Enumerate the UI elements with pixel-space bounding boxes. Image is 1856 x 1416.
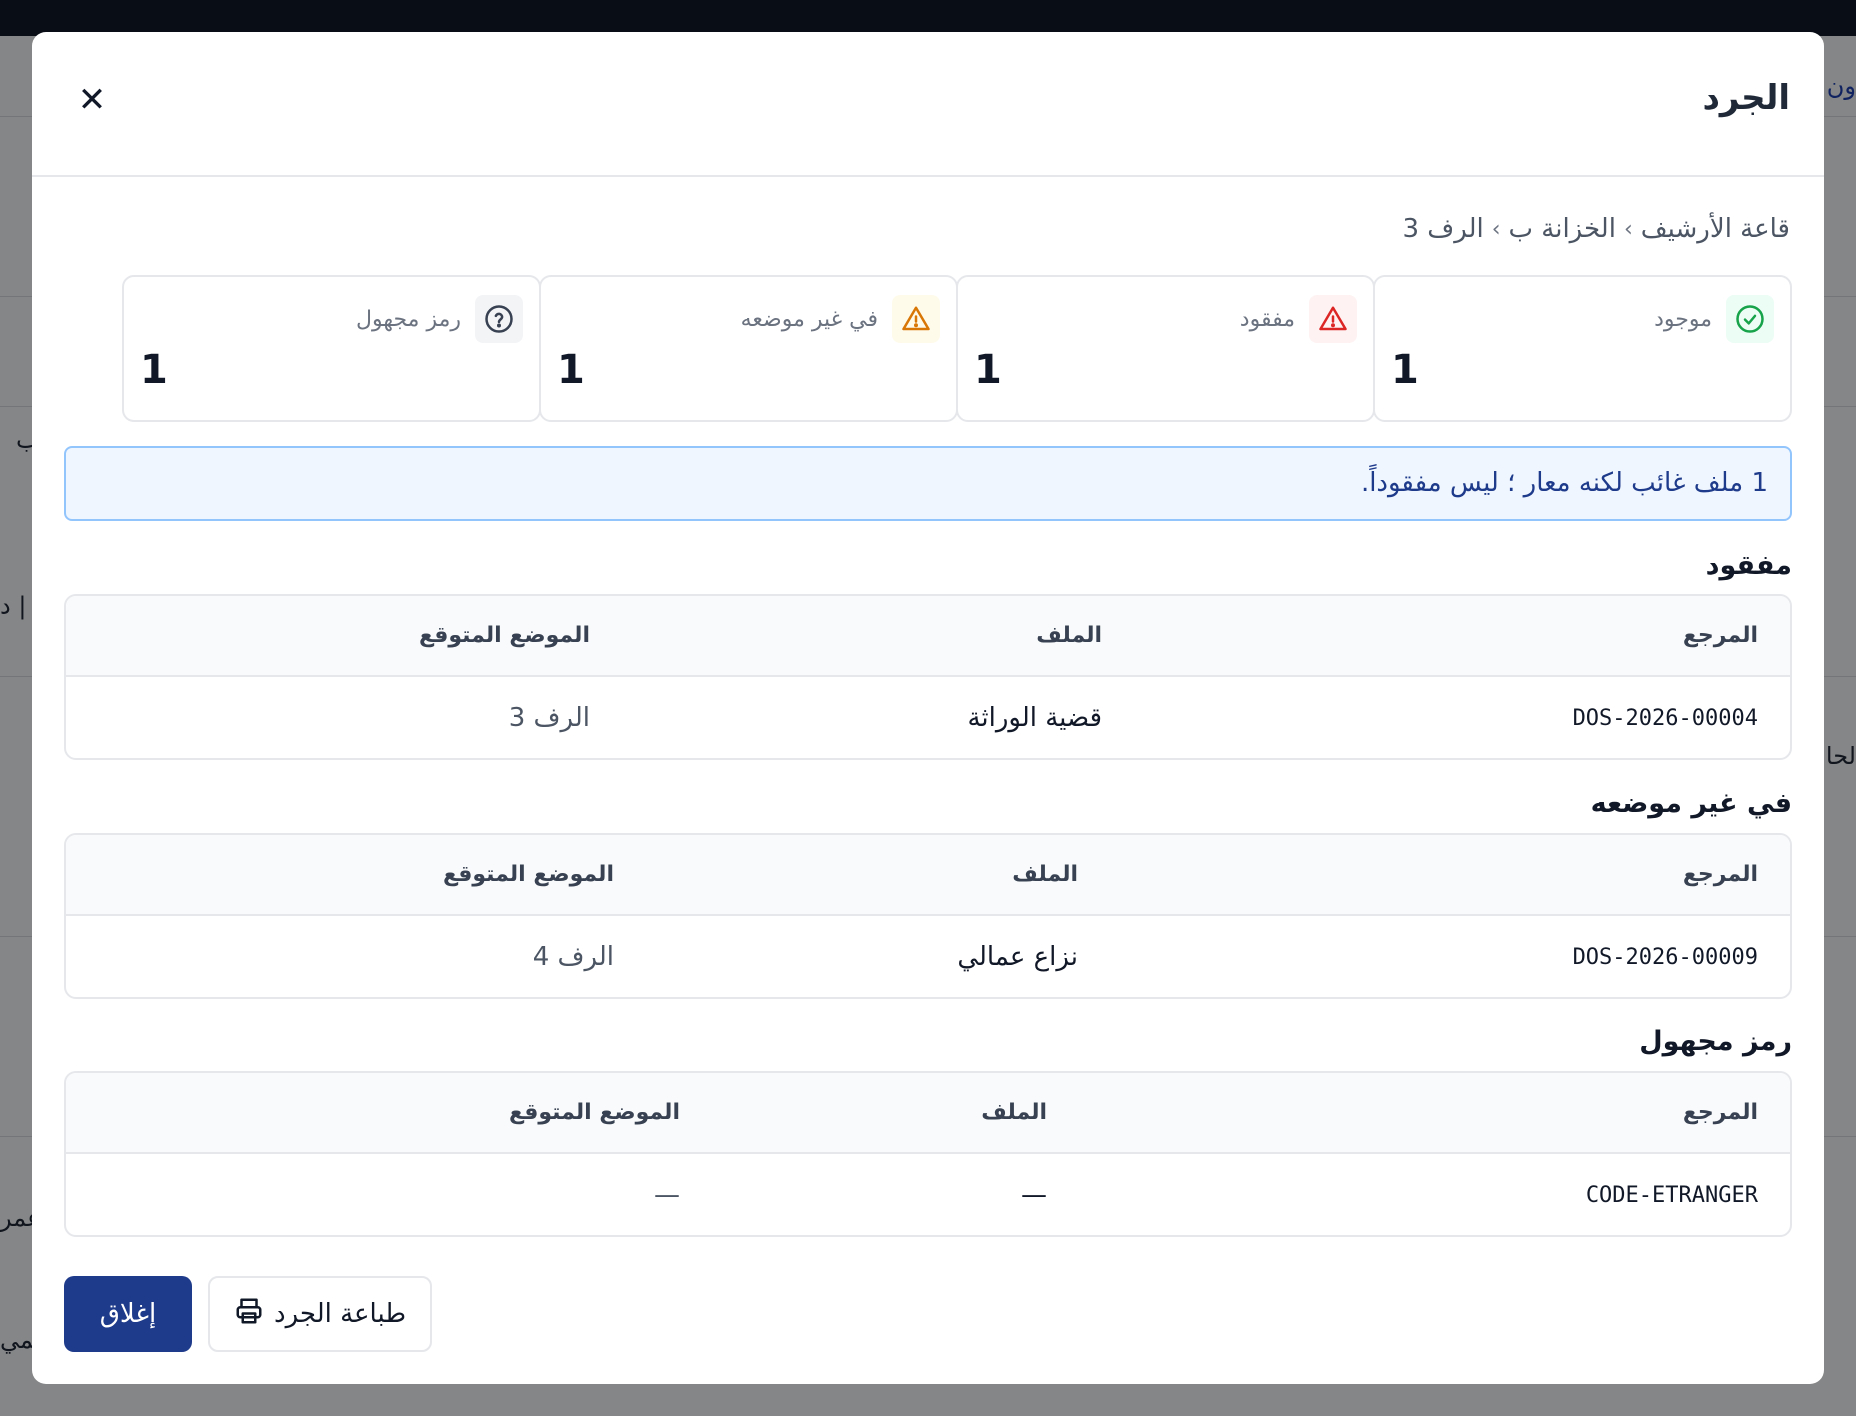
column-header-reference: المرجع <box>1682 1100 1758 1125</box>
stat-card-missing: مفقود 1 <box>956 275 1375 422</box>
missing-table: المرجع الملف الموضع المتوقع DOS-2026-000… <box>64 594 1792 760</box>
chevron-left-icon: › <box>1623 216 1633 242</box>
table-header: المرجع الملف الموضع المتوقع <box>66 835 1790 916</box>
stat-value: 1 <box>140 347 168 393</box>
stat-label: رمز مجهول <box>355 306 461 332</box>
cell-file: قضية الوراثة <box>967 703 1102 733</box>
breadcrumb-item-cabinet: الخزانة ب <box>1508 214 1616 244</box>
chevron-left-icon: › <box>1491 216 1501 242</box>
cell-reference: DOS-2026-00009 <box>1572 945 1758 970</box>
stat-value: 1 <box>1391 347 1419 393</box>
stat-label: في غير موضعه <box>740 306 878 332</box>
stat-value: 1 <box>557 347 585 393</box>
cell-expected-location: الرف 3 <box>508 703 590 733</box>
info-alert: 1 ملف غائب لكنه معار ؛ ليس مفقوداً. <box>64 446 1792 521</box>
check-circle-icon <box>1726 295 1774 343</box>
stat-card-misplaced: في غير موضعه 1 <box>539 275 958 422</box>
misplaced-table: المرجع الملف الموضع المتوقع DOS-2026-000… <box>64 833 1792 999</box>
cell-reference: DOS-2026-00004 <box>1572 706 1758 731</box>
print-label: طباعة الجرد <box>273 1299 407 1329</box>
printer-icon <box>234 1296 264 1333</box>
cell-expected-location: — <box>654 1180 680 1210</box>
column-header-file: الملف <box>981 1100 1047 1125</box>
column-header-reference: المرجع <box>1682 623 1758 648</box>
cell-reference: CODE-ETRANGER <box>1585 1183 1758 1208</box>
stat-value: 1 <box>974 347 1002 393</box>
modal-title: الجرد <box>1702 78 1790 118</box>
table-header: المرجع الملف الموضع المتوقع <box>66 1073 1790 1154</box>
close-icon[interactable]: ✕ <box>74 82 110 118</box>
column-header-reference: المرجع <box>1682 862 1758 887</box>
inventory-modal: الجرد ✕ قاعة الأرشيف › الخزانة ب › الرف … <box>32 32 1824 1384</box>
breadcrumb: قاعة الأرشيف › الخزانة ب › الرف 3 <box>1402 214 1790 244</box>
print-inventory-button[interactable]: طباعة الجرد <box>208 1276 432 1352</box>
section-title-missing: مفقود <box>1705 550 1792 581</box>
help-circle-icon <box>475 295 523 343</box>
column-header-expected-location: الموضع المتوقع <box>442 862 614 887</box>
column-header-file: الملف <box>1012 862 1078 887</box>
breadcrumb-item-shelf: الرف 3 <box>1402 214 1484 244</box>
cell-file: — <box>1021 1180 1047 1210</box>
close-button[interactable]: إغلاق <box>64 1276 192 1352</box>
stat-label: مفقود <box>1239 306 1295 332</box>
section-title-misplaced: في غير موضعه <box>1590 788 1792 819</box>
alert-triangle-icon <box>892 295 940 343</box>
column-header-expected-location: الموضع المتوقع <box>508 1100 680 1125</box>
unknown-code-table: المرجع الملف الموضع المتوقع CODE-ETRANGE… <box>64 1071 1792 1237</box>
stat-label: موجود <box>1654 306 1712 332</box>
column-header-expected-location: الموضع المتوقع <box>418 623 590 648</box>
modal-header: الجرد ✕ <box>32 32 1824 177</box>
section-title-unknown-code: رمز مجهول <box>1639 1026 1792 1057</box>
stat-card-unknown-code: رمز مجهول 1 <box>122 275 541 422</box>
alert-triangle-icon <box>1309 295 1357 343</box>
breadcrumb-item-room: قاعة الأرشيف <box>1640 214 1790 244</box>
cell-expected-location: الرف 4 <box>532 942 614 972</box>
table-header: المرجع الملف الموضع المتوقع <box>66 596 1790 677</box>
cell-file: نزاع عمالي <box>957 942 1078 972</box>
info-message: 1 ملف غائب لكنه معار ؛ ليس مفقوداً. <box>1360 468 1768 498</box>
column-header-file: الملف <box>1036 623 1102 648</box>
stat-card-present: موجود 1 <box>1373 275 1792 422</box>
